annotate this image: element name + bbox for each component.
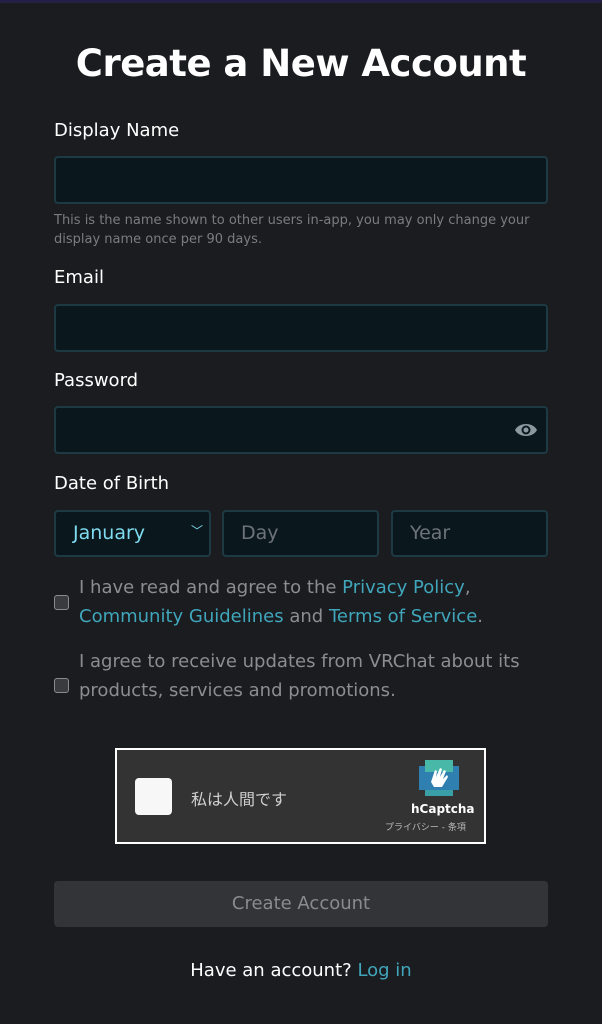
captcha-sep: -: [438, 823, 448, 833]
email-label: Email: [54, 267, 104, 288]
period: .: [477, 606, 483, 627]
month-value: January: [73, 522, 146, 544]
agree-updates-text: I agree to receive updates from VRChat a…: [79, 651, 520, 701]
captcha-label: 私は人間です: [191, 790, 288, 809]
year-input[interactable]: Year: [391, 510, 548, 557]
display-name-help: This is the name shown to other users in…: [54, 213, 530, 247]
login-prompt-text: Have an account?: [190, 960, 358, 981]
email-input[interactable]: [54, 304, 548, 352]
month-select[interactable]: January ﹀: [54, 510, 211, 557]
day-input[interactable]: Day: [222, 510, 379, 557]
privacy-policy-link[interactable]: Privacy Policy: [342, 577, 465, 598]
page-title: Create a New Account: [75, 42, 527, 85]
display-name-input[interactable]: [54, 156, 548, 204]
captcha-brand: hCaptcha: [411, 802, 475, 816]
captcha-checkbox[interactable]: [135, 778, 172, 815]
password-label: Password: [54, 370, 139, 391]
dob-label: Date of Birth: [54, 473, 170, 494]
password-input[interactable]: [54, 406, 548, 454]
comma: ,: [464, 577, 471, 598]
captcha-links: プライバシー - 条項: [385, 820, 466, 833]
hcaptcha-widget: 私は人間です hCaptcha プライバシー - 条項: [115, 748, 486, 844]
captcha-privacy-link[interactable]: プライバシー: [385, 823, 439, 833]
hcaptcha-logo-icon: [419, 760, 459, 796]
eye-icon[interactable]: [514, 420, 538, 440]
agree-terms-checkbox[interactable]: [54, 595, 69, 610]
display-name-label: Display Name: [54, 120, 180, 141]
agree-updates-checkbox[interactable]: [54, 678, 69, 693]
login-prompt: Have an account? Log in: [0, 960, 602, 981]
and-text: and: [283, 606, 329, 627]
top-bar: [0, 0, 602, 3]
agree-terms-text: I have read and agree to the Privacy Pol…: [79, 573, 549, 631]
community-guidelines-link[interactable]: Community Guidelines: [79, 606, 284, 627]
create-account-button[interactable]: Create Account: [54, 881, 548, 927]
login-link[interactable]: Log in: [357, 960, 411, 981]
terms-prefix: I have read and agree to the: [79, 577, 343, 598]
captcha-terms-link[interactable]: 条項: [448, 823, 466, 833]
terms-of-service-link[interactable]: Terms of Service: [329, 606, 477, 627]
chevron-down-icon: ﹀: [190, 524, 203, 538]
